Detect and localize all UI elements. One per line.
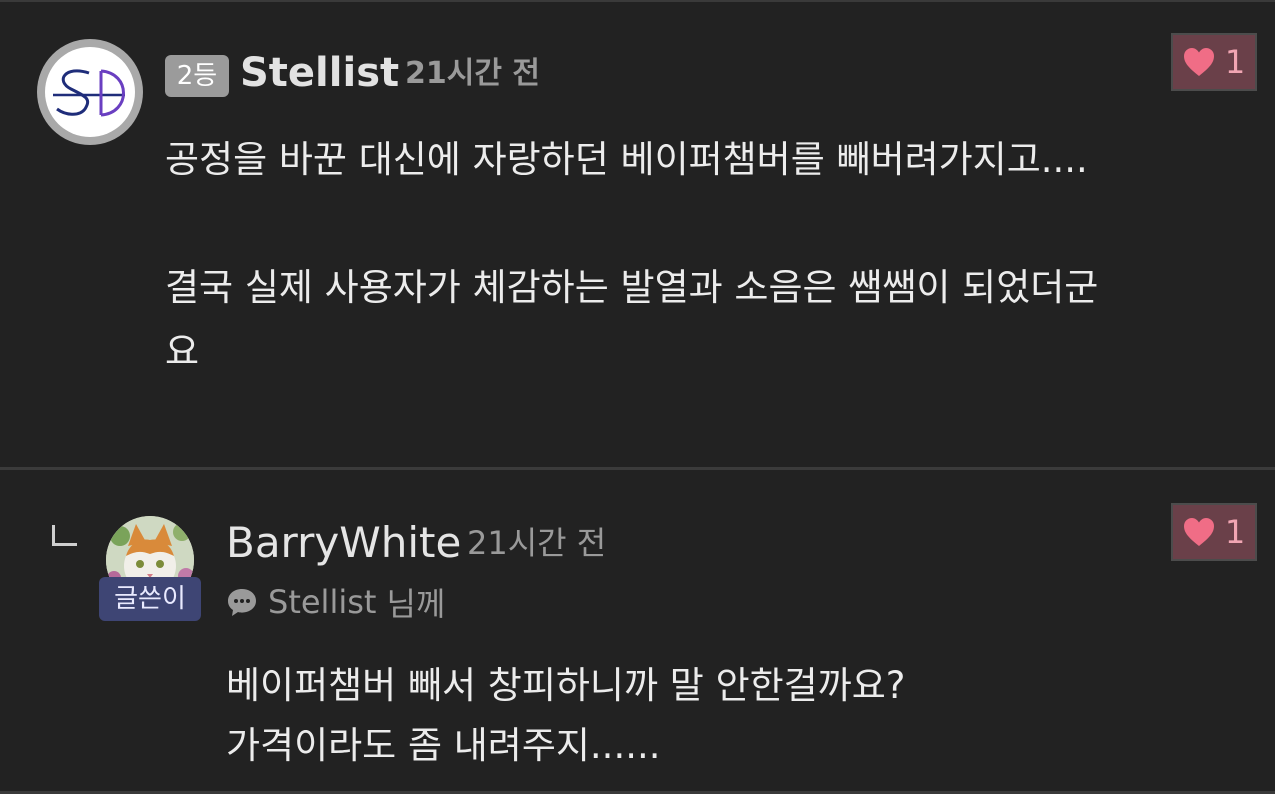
username[interactable]: Stellist [240, 48, 399, 98]
author-badge: 글쓴이 [99, 577, 201, 621]
top-divider [0, 0, 1275, 2]
mention: Stellist 님께 [226, 582, 446, 623]
like-count: 1 [1224, 513, 1246, 551]
username[interactable]: BarryWhite [226, 518, 461, 568]
comment-line: 공정을 바꾼 대신에 자랑하던 베이퍼챔버를 빼버려가지고.... [165, 138, 1088, 181]
comment-line [165, 192, 1245, 256]
sd-logo-icon [45, 47, 135, 137]
timestamp: 21시간 전 [467, 524, 607, 562]
speech-bubble-icon [228, 589, 256, 616]
comment-line: 베이퍼챔버 빼서 창피하니까 말 안한걸까요? [226, 664, 906, 707]
comment-line: 가격이라도 좀 내려주지...... [226, 724, 661, 767]
reply-arrow-icon [52, 525, 77, 546]
comment-body: 베이퍼챔버 빼서 창피하니까 말 안한걸까요? 가격이라도 좀 내려주지....… [226, 656, 1226, 776]
avatar[interactable] [37, 39, 143, 145]
mention-suffix: 님께 [386, 585, 446, 623]
like-button[interactable]: 1 [1171, 503, 1257, 561]
heart-icon [1183, 48, 1214, 76]
timestamp: 21시간 전 [405, 56, 540, 91]
like-button[interactable]: 1 [1171, 33, 1257, 91]
comment-divider [0, 467, 1275, 470]
comment-line: 요 [165, 330, 200, 373]
heart-icon [1183, 518, 1214, 546]
like-count: 1 [1224, 43, 1246, 81]
mention-user[interactable]: Stellist [268, 583, 376, 621]
comment-body: 공정을 바꾼 대신에 자랑하던 베이퍼챔버를 빼버려가지고.... 결국 실제 … [165, 128, 1245, 384]
rank-badge: 2등 [165, 55, 229, 97]
comment-line: 결국 실제 사용자가 체감하는 발열과 소음은 쌤쌤이 되었더군 [165, 266, 1099, 309]
